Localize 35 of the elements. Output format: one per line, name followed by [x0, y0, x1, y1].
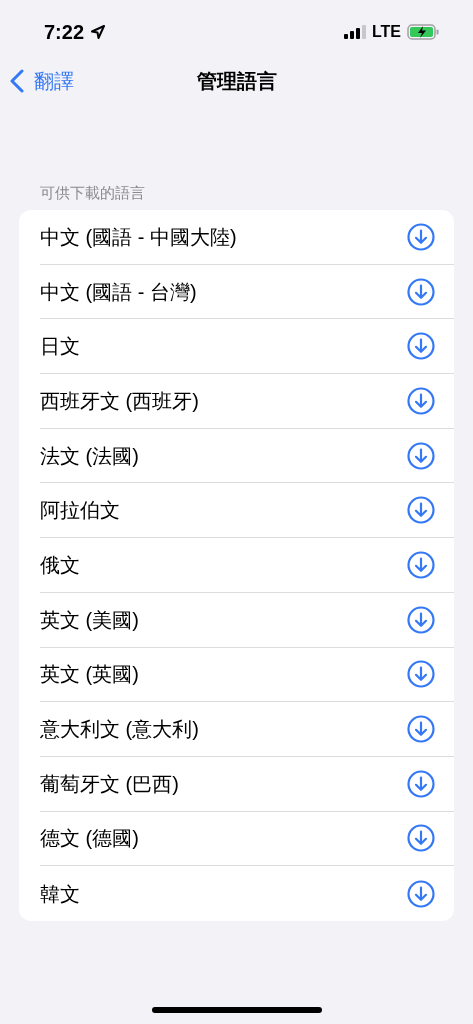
- download-icon[interactable]: [407, 824, 435, 853]
- language-label: 阿拉伯文: [40, 498, 121, 524]
- language-label: 西班牙文 (西班牙): [40, 388, 200, 414]
- download-icon[interactable]: [407, 496, 435, 525]
- signal-icon: [343, 25, 366, 39]
- page-title: 管理語言: [196, 69, 277, 94]
- language-label: 韓文: [40, 881, 81, 907]
- download-icon[interactable]: [407, 605, 435, 634]
- download-icon[interactable]: [407, 715, 435, 744]
- language-label: 法文 (法國): [40, 443, 140, 469]
- download-icon[interactable]: [407, 660, 435, 689]
- language-label: 俄文: [40, 552, 81, 578]
- language-label: 德文 (德國): [40, 826, 140, 852]
- download-icon[interactable]: [407, 879, 435, 908]
- network-label: LTE: [371, 22, 401, 42]
- back-button[interactable]: 翻譯: [10, 66, 74, 96]
- download-icon[interactable]: [407, 386, 435, 415]
- section-header: 可供下載的語言: [40, 183, 146, 203]
- clock-time: 7:22: [44, 20, 85, 45]
- download-icon[interactable]: [407, 441, 435, 470]
- download-icon[interactable]: [407, 550, 435, 579]
- language-label: 日文: [40, 334, 81, 360]
- language-label: 葡萄牙文 (巴西): [40, 771, 180, 797]
- download-icon[interactable]: [407, 769, 435, 798]
- location-arrow-icon: [90, 24, 107, 40]
- download-icon[interactable]: [407, 277, 435, 306]
- language-label: 中文 (國語 - 台灣): [40, 279, 198, 305]
- language-label: 中文 (國語 - 中國大陸): [40, 224, 238, 250]
- language-label: 英文 (美國): [40, 607, 140, 633]
- back-chevron-icon: [10, 69, 24, 93]
- battery-charging-icon: [407, 24, 439, 40]
- language-label: 意大利文 (意大利): [40, 717, 200, 743]
- download-icon[interactable]: [407, 222, 435, 251]
- language-label: 英文 (英國): [40, 662, 140, 688]
- download-icon[interactable]: [407, 332, 435, 361]
